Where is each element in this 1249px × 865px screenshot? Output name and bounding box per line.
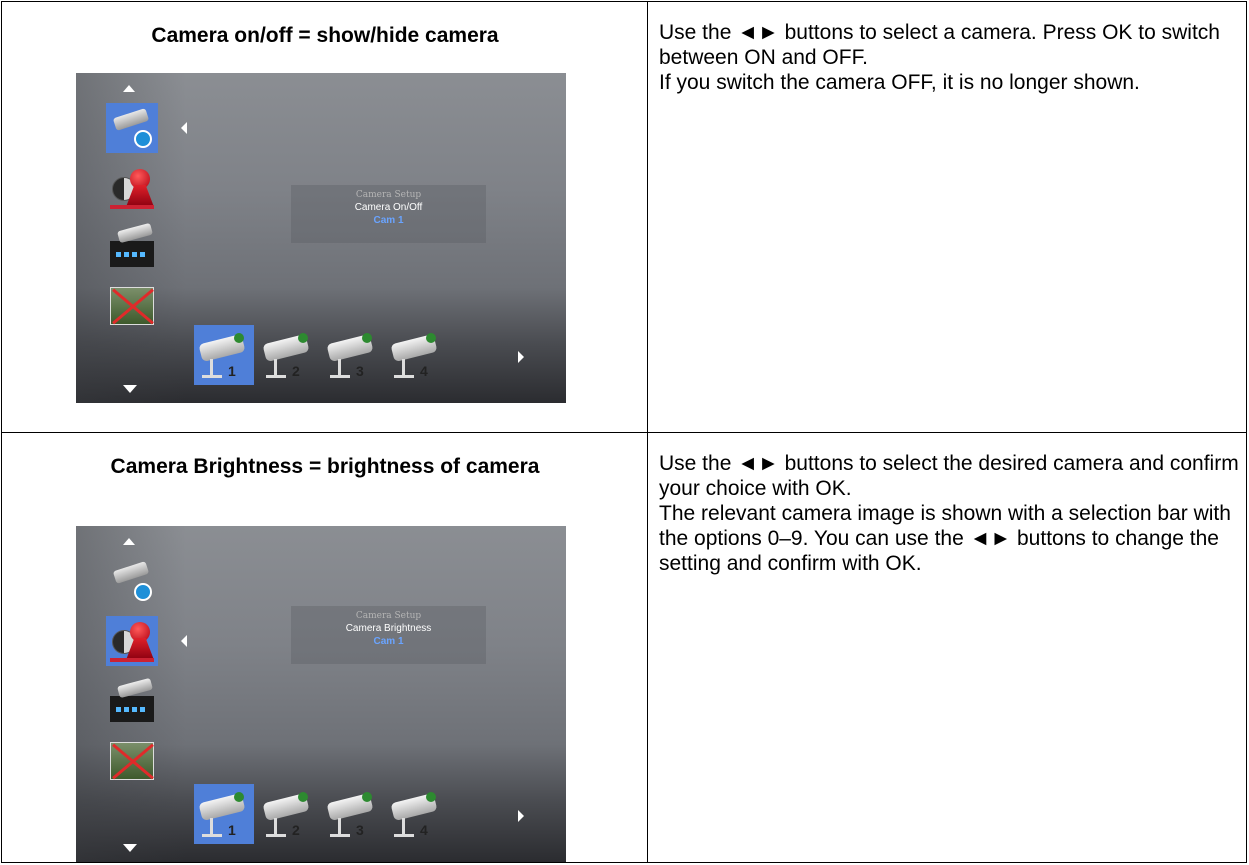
- arrow-down-icon: [123, 385, 137, 393]
- description-paragraph: The relevant camera image is shown with …: [659, 502, 1231, 575]
- camera-onoff-icon: [106, 556, 158, 606]
- camera-display-icon: [106, 221, 158, 271]
- table-row-camera-onoff: Camera on/off = show/hide camera Camera …: [2, 2, 1246, 433]
- instruction-table: Camera on/off = show/hide camera Camera …: [1, 1, 1247, 863]
- arrow-up-icon: [123, 85, 135, 92]
- row-description: Use the ◄► buttons to select the desired…: [659, 451, 1239, 576]
- selected-camera: Cam 1: [373, 636, 404, 647]
- menu-title: Camera Setup: [355, 190, 422, 200]
- arrow-right-icon: [518, 351, 524, 363]
- brightness-icon: [106, 616, 158, 666]
- cell-description: Use the ◄► buttons to select a camera. P…: [648, 2, 1246, 432]
- camera-disabled-icon: [106, 281, 158, 331]
- menu-title: Camera Setup: [355, 611, 422, 621]
- camera-item: 1: [194, 325, 254, 385]
- camera-item: 2: [258, 325, 318, 385]
- camera-item: 3: [322, 325, 382, 385]
- menu-item: Camera Brightness: [345, 623, 432, 634]
- camera-selector: 1 2 3 4: [194, 325, 494, 385]
- device-screenshot: Camera Setup Camera Brightness Cam 1 1 2: [76, 526, 566, 862]
- device-screenshot: Camera Setup Camera On/Off Cam 1 1 2 3 4: [76, 73, 566, 403]
- description-paragraph: Use the ◄► buttons to select a camera. P…: [659, 21, 1220, 69]
- arrow-left-icon: [181, 635, 187, 647]
- camera-display-icon: [106, 676, 158, 726]
- selected-camera: Cam 1: [373, 215, 404, 226]
- camera-item: 3: [322, 784, 382, 844]
- arrow-up-icon: [123, 538, 135, 545]
- camera-onoff-icon: [106, 103, 158, 153]
- cell-screenshot: Camera on/off = show/hide camera Camera …: [2, 2, 648, 432]
- table-row-camera-brightness: Camera Brightness = brightness of camera: [2, 433, 1246, 862]
- description-paragraph: Use the ◄► buttons to select the desired…: [659, 452, 1239, 500]
- description-paragraph: If you switch the camera OFF, it is no l…: [659, 71, 1140, 94]
- camera-item: 2: [258, 784, 318, 844]
- camera-disabled-icon: [106, 736, 158, 786]
- camera-item: 1: [194, 784, 254, 844]
- menu-center-panel: Camera Setup Camera On/Off Cam 1: [291, 185, 486, 243]
- cell-screenshot: Camera Brightness = brightness of camera: [2, 433, 648, 862]
- row-heading: Camera Brightness = brightness of camera: [110, 455, 540, 478]
- row-description: Use the ◄► buttons to select a camera. P…: [659, 20, 1239, 95]
- row-heading: Camera on/off = show/hide camera: [151, 24, 499, 47]
- camera-item: 4: [386, 784, 446, 844]
- camera-selector: 1 2 3 4: [194, 784, 494, 844]
- camera-item: 4: [386, 325, 446, 385]
- brightness-icon: [106, 163, 158, 213]
- arrow-right-icon: [518, 810, 524, 822]
- arrow-left-icon: [181, 122, 187, 134]
- cell-description: Use the ◄► buttons to select the desired…: [648, 433, 1246, 862]
- menu-center-panel: Camera Setup Camera Brightness Cam 1: [291, 606, 486, 664]
- arrow-down-icon: [123, 844, 137, 852]
- menu-item: Camera On/Off: [354, 202, 423, 213]
